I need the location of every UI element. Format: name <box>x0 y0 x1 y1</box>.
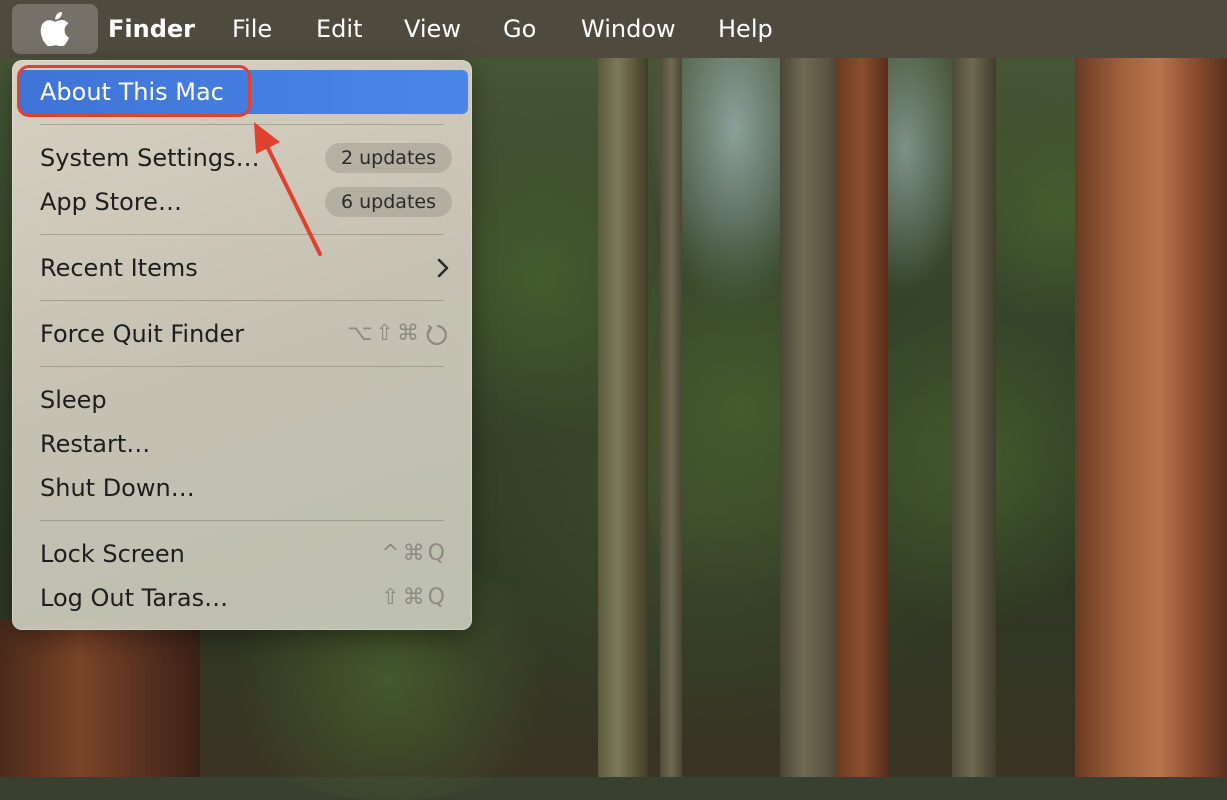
item-label: Shut Down… <box>40 474 195 502</box>
shortcut-text: ^⌘Q <box>381 541 448 566</box>
menu-bar: Finder File Edit View Go Window Help <box>0 0 1227 58</box>
updates-badge: 6 updates <box>325 187 452 217</box>
apple-logo-icon <box>40 12 69 46</box>
tree-trunk <box>1075 58 1227 777</box>
menu-separator <box>40 300 444 301</box>
menu-view[interactable]: View <box>404 0 461 58</box>
log-out-item[interactable]: Log Out Taras… ⇧⌘Q <box>18 576 468 620</box>
menu-separator <box>40 520 444 521</box>
item-label: Sleep <box>40 386 107 414</box>
tree-trunk <box>660 58 682 777</box>
updates-badge: 2 updates <box>325 143 452 173</box>
menu-window[interactable]: Window <box>581 0 676 58</box>
menu-help[interactable]: Help <box>718 0 773 58</box>
item-label: Force Quit Finder <box>40 320 245 348</box>
annotation-arrow-icon <box>254 122 322 256</box>
restart-item[interactable]: Restart… <box>18 422 468 466</box>
menu-file[interactable]: File <box>232 0 272 58</box>
force-quit-item[interactable]: Force Quit Finder ⌥⇧⌘ <box>18 312 468 356</box>
chevron-right-icon <box>437 258 449 278</box>
lock-screen-item[interactable]: Lock Screen ^⌘Q <box>18 532 468 576</box>
shut-down-item[interactable]: Shut Down… <box>18 466 468 510</box>
item-label: System Settings… <box>40 144 260 172</box>
escape-key-icon <box>426 324 447 346</box>
tree-trunk <box>598 58 648 777</box>
menu-finder[interactable]: Finder <box>108 0 195 58</box>
sleep-item[interactable]: Sleep <box>18 378 468 422</box>
item-label: Log Out Taras… <box>40 584 229 612</box>
item-label: App Store… <box>40 188 182 216</box>
item-label: Restart… <box>40 430 151 458</box>
apple-menu-button[interactable] <box>12 4 98 54</box>
shortcut-text: ⇧⌘Q <box>381 585 448 610</box>
item-label: Lock Screen <box>40 540 185 568</box>
tree-trunk <box>0 620 200 777</box>
tree-trunk <box>836 58 888 777</box>
shortcut-text: ⌥⇧⌘ <box>347 321 422 346</box>
menu-go[interactable]: Go <box>503 0 536 58</box>
annotation-highlight-ring <box>17 65 251 117</box>
menu-edit[interactable]: Edit <box>316 0 362 58</box>
tree-trunk <box>952 58 996 777</box>
menu-separator <box>40 366 444 367</box>
item-label: Recent Items <box>40 254 198 282</box>
